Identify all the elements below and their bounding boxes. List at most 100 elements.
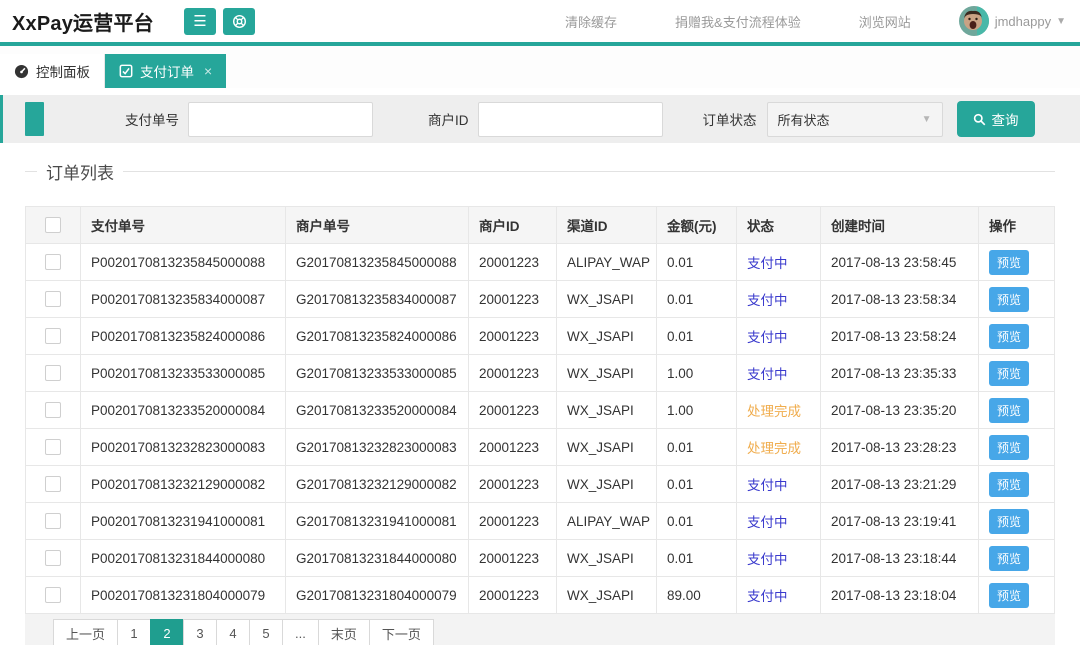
status-text: 支付中 bbox=[747, 552, 788, 567]
created-at-cell: 2017-08-13 23:35:33 bbox=[821, 355, 979, 392]
pagination-button[interactable]: 4 bbox=[216, 619, 250, 645]
preview-button[interactable]: 预览 bbox=[989, 361, 1029, 386]
col-actions: 操作 bbox=[979, 207, 1055, 244]
search-icon bbox=[973, 113, 986, 126]
channel-id-cell: WX_JSAPI bbox=[557, 540, 657, 577]
status-text: 支付中 bbox=[747, 330, 788, 345]
mch-id-cell: 20001223 bbox=[469, 503, 557, 540]
channel-id-cell: WX_JSAPI bbox=[557, 392, 657, 429]
preview-button[interactable]: 预览 bbox=[989, 472, 1029, 497]
pagination-button[interactable]: 2 bbox=[150, 619, 184, 645]
close-icon[interactable]: × bbox=[204, 63, 212, 79]
pagination-button[interactable]: 上一页 bbox=[53, 619, 118, 645]
preview-button[interactable]: 预览 bbox=[989, 398, 1029, 423]
row-checkbox[interactable] bbox=[45, 513, 61, 529]
order-status-select[interactable]: 所有状态 ▼ bbox=[767, 102, 943, 137]
preview-button[interactable]: 预览 bbox=[989, 250, 1029, 275]
amount-cell: 89.00 bbox=[657, 577, 737, 614]
mch-order-no-cell: G20170813233533000085 bbox=[286, 355, 469, 392]
section-title: 订单列表 bbox=[37, 159, 123, 184]
topbar: XxPay运营平台 ☰ 清除缓存 捐赠我&支付流程体验 浏览网站 bbox=[0, 0, 1080, 42]
row-checkbox[interactable] bbox=[45, 402, 61, 418]
mch-id-cell: 20001223 bbox=[469, 318, 557, 355]
preview-button[interactable]: 预览 bbox=[989, 583, 1029, 608]
tab-payment-orders[interactable]: 支付订单 × bbox=[105, 54, 226, 88]
pagination-button[interactable]: 下一页 bbox=[369, 619, 434, 645]
created-at-cell: 2017-08-13 23:18:44 bbox=[821, 540, 979, 577]
amount-cell: 0.01 bbox=[657, 466, 737, 503]
table-row: P0020170813235834000087 G201708132358340… bbox=[26, 281, 1055, 318]
status-text: 支付中 bbox=[747, 515, 788, 530]
row-checkbox[interactable] bbox=[45, 328, 61, 344]
col-amount: 金额(元) bbox=[657, 207, 737, 244]
preview-button[interactable]: 预览 bbox=[989, 324, 1029, 349]
pay-order-no-cell: P0020170813233533000085 bbox=[81, 355, 286, 392]
user-menu[interactable]: jmdhappy ▼ bbox=[959, 6, 1066, 36]
search-button-label: 查询 bbox=[992, 109, 1019, 129]
nav-donate[interactable]: 捐赠我&支付流程体验 bbox=[675, 12, 801, 31]
mch-order-no-cell: G20170813231941000081 bbox=[286, 503, 469, 540]
main-content: 订单列表 支付单号 商户单号 商户ID 渠道ID 金额(元) 状态 创建时间 操… bbox=[0, 159, 1080, 645]
sidebar-toggle-button[interactable]: ☰ bbox=[184, 8, 216, 35]
mch-order-no-cell: G20170813235834000087 bbox=[286, 281, 469, 318]
table-row: P0020170813232129000082 G201708132321290… bbox=[26, 466, 1055, 503]
select-all-checkbox[interactable] bbox=[45, 217, 61, 233]
row-checkbox[interactable] bbox=[45, 291, 61, 307]
panel-accent-chip bbox=[25, 102, 44, 136]
row-checkbox[interactable] bbox=[45, 439, 61, 455]
status-text: 支付中 bbox=[747, 478, 788, 493]
tab-label: 控制面板 bbox=[36, 61, 90, 81]
amount-cell: 0.01 bbox=[657, 429, 737, 466]
preview-button[interactable]: 预览 bbox=[989, 546, 1029, 571]
pagination-button[interactable]: 5 bbox=[249, 619, 283, 645]
legend-rule bbox=[25, 171, 1055, 172]
table-row: P0020170813233533000085 G201708132335330… bbox=[26, 355, 1055, 392]
tab-dashboard[interactable]: 控制面板 bbox=[0, 54, 105, 88]
col-created-at: 创建时间 bbox=[821, 207, 979, 244]
row-checkbox[interactable] bbox=[45, 365, 61, 381]
orders-table: 支付单号 商户单号 商户ID 渠道ID 金额(元) 状态 创建时间 操作 P00… bbox=[25, 206, 1055, 614]
mch-order-no-cell: G20170813232129000082 bbox=[286, 466, 469, 503]
pay-order-no-cell: P0020170813235845000088 bbox=[81, 244, 286, 281]
channel-id-cell: ALIPAY_WAP bbox=[557, 503, 657, 540]
pagination-button[interactable]: 1 bbox=[117, 619, 151, 645]
pay-order-no-cell: P0020170813232129000082 bbox=[81, 466, 286, 503]
mch-order-no-cell: G20170813231804000079 bbox=[286, 577, 469, 614]
status-text: 支付中 bbox=[747, 367, 788, 382]
table-row: P0020170813231941000081 G201708132319410… bbox=[26, 503, 1055, 540]
caret-down-icon: ▼ bbox=[1056, 16, 1066, 27]
pagination-button[interactable]: 末页 bbox=[318, 619, 370, 645]
nav-clear-cache[interactable]: 清除缓存 bbox=[565, 12, 617, 31]
help-button[interactable] bbox=[223, 8, 255, 35]
preview-button[interactable]: 预览 bbox=[989, 287, 1029, 312]
merchant-id-input[interactable] bbox=[478, 102, 663, 137]
nav-browse-site[interactable]: 浏览网站 bbox=[859, 12, 911, 31]
channel-id-cell: WX_JSAPI bbox=[557, 355, 657, 392]
mch-id-cell: 20001223 bbox=[469, 429, 557, 466]
search-button[interactable]: 查询 bbox=[957, 101, 1035, 137]
status-text: 处理完成 bbox=[747, 441, 801, 456]
row-checkbox[interactable] bbox=[45, 254, 61, 270]
channel-id-cell: ALIPAY_WAP bbox=[557, 244, 657, 281]
amount-cell: 0.01 bbox=[657, 281, 737, 318]
preview-button[interactable]: 预览 bbox=[989, 435, 1029, 460]
row-checkbox[interactable] bbox=[45, 550, 61, 566]
filter-bar: 支付单号 商户ID 订单状态 所有状态 ▼ 查询 bbox=[0, 95, 1080, 143]
mch-order-no-cell: G20170813235845000088 bbox=[286, 244, 469, 281]
life-ring-icon bbox=[232, 14, 247, 29]
amount-cell: 1.00 bbox=[657, 392, 737, 429]
channel-id-cell: WX_JSAPI bbox=[557, 318, 657, 355]
created-at-cell: 2017-08-13 23:58:45 bbox=[821, 244, 979, 281]
pagination-button[interactable]: ... bbox=[282, 619, 319, 645]
row-checkbox[interactable] bbox=[45, 476, 61, 492]
row-checkbox[interactable] bbox=[45, 587, 61, 603]
pay-order-no-input[interactable] bbox=[188, 102, 373, 137]
pay-order-no-label: 支付单号 bbox=[59, 109, 179, 129]
pagination-button[interactable]: 3 bbox=[183, 619, 217, 645]
preview-button[interactable]: 预览 bbox=[989, 509, 1029, 534]
pay-order-no-cell: P0020170813231844000080 bbox=[81, 540, 286, 577]
table-header-row: 支付单号 商户单号 商户ID 渠道ID 金额(元) 状态 创建时间 操作 bbox=[26, 207, 1055, 244]
avatar bbox=[959, 6, 989, 36]
mch-order-no-cell: G20170813235824000086 bbox=[286, 318, 469, 355]
app-title: XxPay运营平台 bbox=[12, 7, 184, 36]
